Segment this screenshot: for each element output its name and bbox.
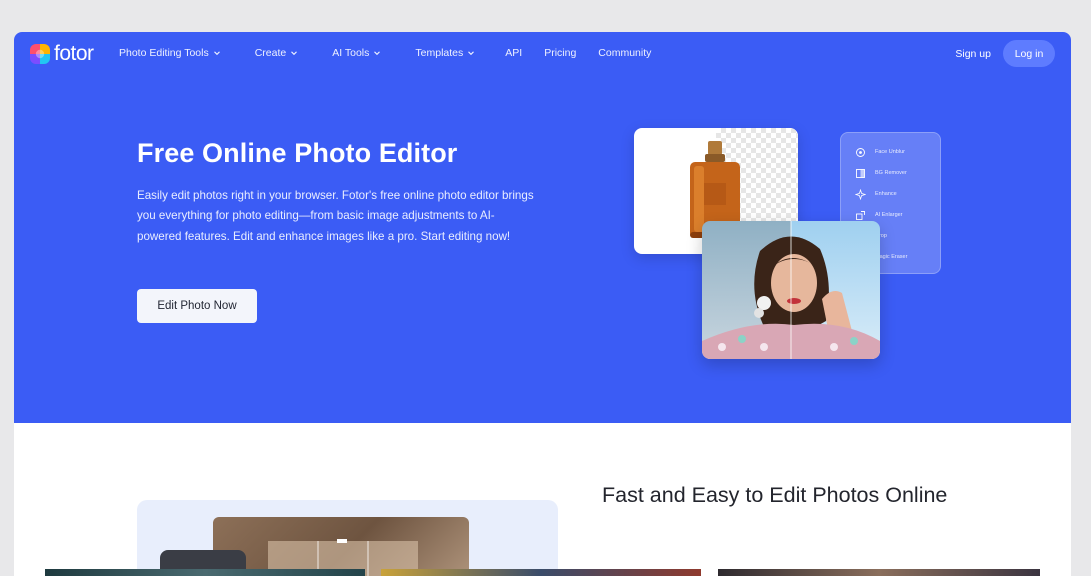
tool-label: Face Unblur xyxy=(875,149,905,155)
nav-label: Templates xyxy=(415,47,464,59)
chevron-down-icon xyxy=(213,51,220,56)
browser-page: fotor Photo Editing Tools Create AI Tool… xyxy=(14,32,1071,576)
nav-label: API xyxy=(505,47,523,59)
hero-section: fotor Photo Editing Tools Create AI Tool… xyxy=(14,32,1071,423)
nav-community[interactable]: Community xyxy=(598,47,651,59)
tool-enhance[interactable]: Enhance xyxy=(855,187,897,201)
tool-ai-enlarger[interactable]: AI Enlarger xyxy=(855,208,903,222)
top-nav: fotor Photo Editing Tools Create AI Tool… xyxy=(14,32,1071,76)
tool-face-unblur[interactable]: Face Unblur xyxy=(855,145,905,159)
hero-description: Easily edit photos right in your browser… xyxy=(137,189,534,243)
photo-grid-overlay xyxy=(268,539,418,576)
nav-label: Photo Editing Tools xyxy=(119,47,209,59)
chevron-down-icon xyxy=(374,51,381,56)
chevron-down-icon xyxy=(468,51,475,56)
nav-label: Create xyxy=(254,47,287,59)
section-title: Fast and Easy to Edit Photos Online xyxy=(602,483,948,507)
nav-label: AI Tools xyxy=(332,47,370,59)
nav-links: Photo Editing Tools Create AI Tools Temp… xyxy=(119,47,651,59)
thumbnail-3[interactable] xyxy=(718,569,1040,576)
nav-pricing[interactable]: Pricing xyxy=(544,47,576,59)
nav-label: Community xyxy=(598,47,652,59)
chevron-down-icon xyxy=(291,51,298,56)
fotor-logo-icon xyxy=(30,44,50,64)
log-in-button[interactable]: Log in xyxy=(1003,40,1055,67)
nav-ai-tools[interactable]: AI Tools xyxy=(332,47,381,59)
bg-remover-icon xyxy=(856,168,865,178)
portrait-preview-card xyxy=(702,221,880,359)
tool-bg-remover[interactable]: BG Remover xyxy=(855,166,907,180)
thumbnail-2[interactable] xyxy=(381,569,701,576)
tool-label: BG Remover xyxy=(875,170,907,176)
nav-auth: Sign up Log in xyxy=(955,40,1055,67)
tool-label: Enhance xyxy=(875,191,897,197)
feature-photo xyxy=(213,517,469,576)
sign-up-link[interactable]: Sign up xyxy=(955,48,991,60)
nav-create[interactable]: Create xyxy=(255,47,299,59)
brand-name: fotor xyxy=(54,42,94,65)
hero-title: Free Online Photo Editor xyxy=(137,138,458,168)
enhance-icon xyxy=(855,188,866,200)
thumbnail-1[interactable] xyxy=(45,569,365,576)
thumbnail-strip xyxy=(45,569,1040,576)
edit-photo-now-button[interactable]: Edit Photo Now xyxy=(137,289,257,323)
nav-photo-editing-tools[interactable]: Photo Editing Tools xyxy=(119,47,221,59)
nav-label: Pricing xyxy=(544,47,577,59)
tool-label: AI Enlarger xyxy=(875,212,903,218)
face-unblur-icon xyxy=(856,147,865,157)
nav-templates[interactable]: Templates xyxy=(415,47,475,59)
portrait-image xyxy=(702,221,880,359)
ai-enlarger-icon xyxy=(856,210,865,220)
fotor-logo[interactable]: fotor xyxy=(30,43,94,65)
nav-api[interactable]: API xyxy=(505,47,522,59)
